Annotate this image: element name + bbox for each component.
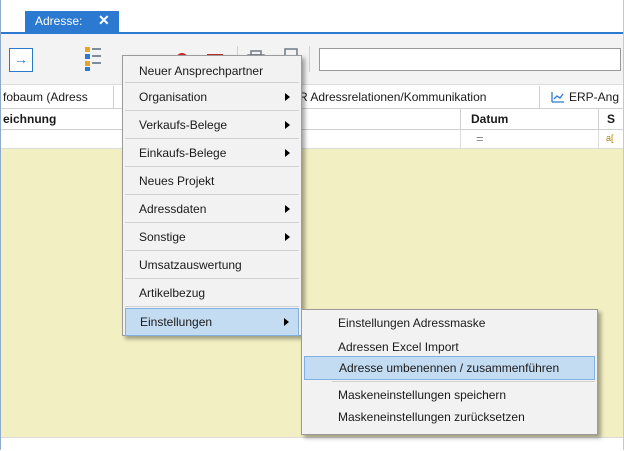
einstellungen-submenu: Einstellungen Adressmaske Adressen Excel … (301, 309, 598, 435)
submenu-arrow-icon (285, 233, 290, 241)
context-menu-item-label: Adressdaten (139, 202, 207, 216)
toolbar-separator (309, 46, 310, 72)
context-menu-item-label: Artikelbezug (139, 286, 206, 300)
column-header-bezeichnung[interactable]: eichnung (3, 112, 56, 126)
context-menu-item-einkaufs-belege[interactable]: Einkaufs-Belege (125, 140, 299, 166)
context-menu-item-organisation[interactable]: Organisation (125, 84, 299, 110)
filter-operator-s[interactable]: a[ (606, 133, 614, 143)
grid-header-row: eichnung Datum S (1, 109, 623, 130)
filter-operator-datum[interactable]: = (476, 131, 484, 146)
toolbar: → (1, 34, 623, 85)
tab-adressrelationen[interactable]: R Adressrelationen/Kommunikation (299, 90, 486, 104)
context-menu-item-label: Umsatzauswertung (139, 258, 242, 272)
tab-erp-angebote[interactable]: ERP-Ang (569, 90, 619, 104)
column-divider (460, 109, 461, 129)
menu-separator (125, 222, 299, 223)
submenu-item-adresse-umbenennen-zusammenf-hren[interactable]: Adresse umbenennen / zusammenführen (304, 356, 595, 380)
submenu-item-label: Adresse umbenennen / zusammenführen (339, 361, 560, 375)
submenu-item-label: Einstellungen Adressmaske (338, 316, 486, 330)
tab-adresse[interactable]: Adresse: ✕ (25, 11, 119, 32)
menu-separator (125, 250, 299, 251)
horizontal-scrollbar[interactable] (1, 437, 623, 450)
tab-divider (539, 86, 540, 108)
menu-separator (125, 194, 299, 195)
tab-infobaum[interactable]: fobaum (Adress (3, 90, 88, 104)
menu-separator (125, 138, 299, 139)
document-tab-strip: Adresse: ✕ (1, 0, 623, 34)
context-menu-item-adressdaten[interactable]: Adressdaten (125, 196, 299, 222)
context-menu-item-label: Einstellungen (140, 315, 213, 329)
arrow-right-icon[interactable]: → (9, 48, 33, 72)
column-divider (598, 130, 599, 148)
column-header-datum[interactable]: Datum (471, 112, 508, 126)
context-menu-item-einstellungen[interactable]: Einstellungen (125, 308, 299, 336)
menu-separator (332, 381, 595, 382)
submenu-arrow-icon (285, 121, 290, 129)
column-header-s[interactable]: S (607, 112, 615, 126)
tab-adresse-label: Adresse: (35, 14, 83, 28)
context-menu-item-neuer-ansprechpartner[interactable]: Neuer Ansprechpartner (125, 58, 299, 84)
context-menu: Neuer Ansprechpartner Organisation Verkauf… (122, 55, 302, 336)
context-menu-item-verkaufs-belege[interactable]: Verkaufs-Belege (125, 112, 299, 138)
menu-separator (125, 278, 299, 279)
submenu-item-label: Adressen Excel Import (338, 340, 459, 354)
menu-separator (125, 166, 299, 167)
submenu-item-maskeneinstellungen-speichern[interactable]: Maskeneinstellungen speichern (304, 384, 595, 406)
column-divider (598, 109, 599, 129)
menu-separator (125, 110, 299, 111)
submenu-item-label: Maskeneinstellungen speichern (338, 388, 507, 402)
submenu-item-maskeneinstellungen-zur-cksetzen[interactable]: Maskeneinstellungen zurücksetzen (304, 406, 595, 428)
context-menu-item-umsatzauswertung[interactable]: Umsatzauswertung (125, 252, 299, 278)
menu-separator (125, 306, 299, 307)
chart-icon (551, 91, 565, 106)
context-menu-item-label: Einkaufs-Belege (139, 146, 227, 160)
submenu-arrow-icon (285, 205, 290, 213)
submenu-item-label: Maskeneinstellungen zurücksetzen (338, 410, 525, 424)
submenu-arrow-icon (285, 149, 290, 157)
submenu-arrow-icon (285, 93, 290, 101)
menu-separator (125, 82, 299, 83)
context-menu-item-sonstige[interactable]: Sonstige (125, 224, 299, 250)
context-menu-item-label: Organisation (139, 90, 208, 104)
submenu-arrow-icon (284, 318, 289, 326)
grid-filter-row: = a[ (1, 130, 623, 149)
context-menu-item-artikelbezug[interactable]: Artikelbezug (125, 280, 299, 306)
submenu-item-adressen-excel-import[interactable]: Adressen Excel Import (304, 336, 595, 358)
list-view-icon[interactable] (85, 47, 101, 71)
tab-close-icon[interactable]: ✕ (98, 12, 110, 29)
context-menu-item-label: Neues Projekt (139, 174, 215, 188)
column-divider (460, 130, 461, 148)
toolbar-search-input[interactable] (319, 48, 621, 71)
submenu-item-einstellungen-adressmaske[interactable]: Einstellungen Adressmaske (304, 312, 595, 334)
context-menu-item-label: Neuer Ansprechpartner (139, 64, 264, 78)
subtab-row: fobaum (Adress R Adressrelationen/Kommun… (1, 86, 623, 109)
tab-divider (113, 86, 114, 108)
context-menu-item-neues-projekt[interactable]: Neues Projekt (125, 168, 299, 194)
context-menu-item-label: Verkaufs-Belege (139, 118, 228, 132)
context-menu-item-label: Sonstige (139, 230, 186, 244)
